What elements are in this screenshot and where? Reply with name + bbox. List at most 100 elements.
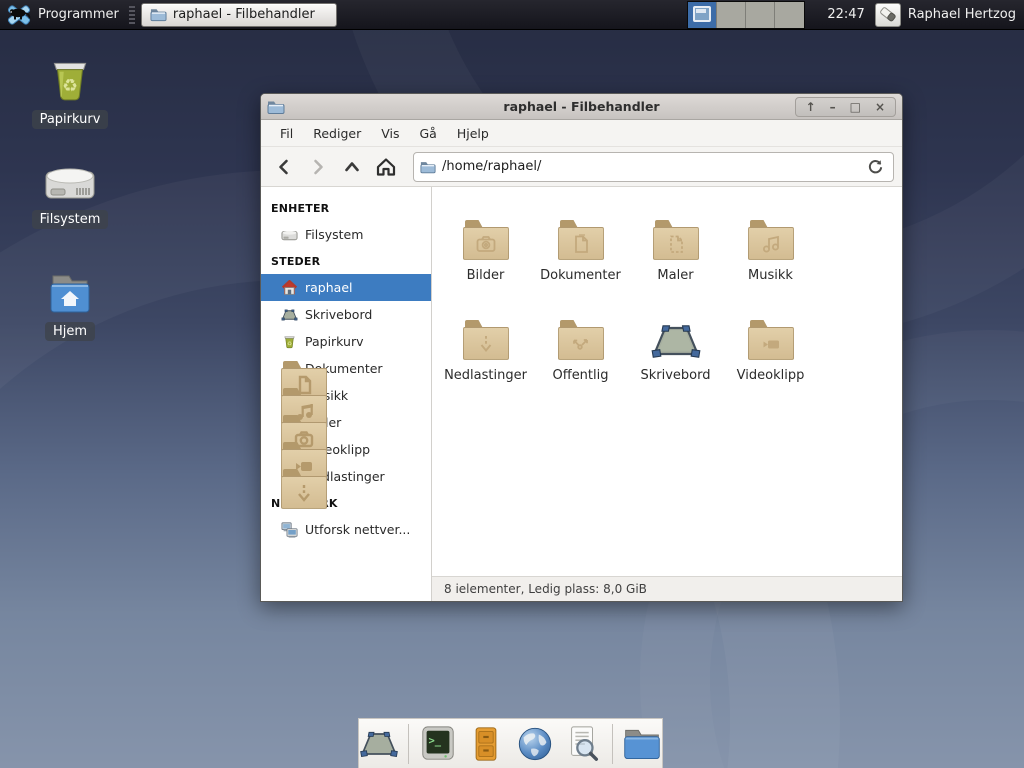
sidebar-item-label: Papirkurv bbox=[305, 334, 364, 349]
forward-icon bbox=[308, 157, 328, 177]
workspace-2[interactable] bbox=[717, 2, 746, 28]
dock-show-desktop-button[interactable] bbox=[359, 723, 399, 765]
file-item-label: Musikk bbox=[748, 268, 793, 283]
titlebar[interactable]: raphael - Filbehandler ↑ – □ × bbox=[261, 94, 902, 120]
file-item-label: Offentlig bbox=[553, 368, 609, 383]
folder-documents-icon bbox=[281, 360, 298, 377]
path-bar[interactable] bbox=[413, 152, 894, 182]
desktop-icon bbox=[281, 306, 298, 323]
menu-file[interactable]: Fil bbox=[271, 122, 302, 145]
sidebar-item-label: Utforsk nettver... bbox=[305, 522, 410, 537]
sidebar-item-network[interactable]: Utforsk nettver... bbox=[261, 516, 431, 543]
home-folder-icon bbox=[45, 272, 95, 316]
sidebar-item-label: Skrivebord bbox=[305, 307, 372, 322]
file-item-videoklipp[interactable]: Videoklipp bbox=[723, 299, 818, 399]
search-document-icon bbox=[564, 725, 602, 763]
panel-handle bbox=[129, 6, 135, 24]
folder-videos-icon bbox=[281, 441, 298, 458]
dock-search-button[interactable] bbox=[564, 723, 604, 765]
workspace-3[interactable] bbox=[746, 2, 775, 28]
trash-icon: ♻ bbox=[281, 333, 298, 350]
share-emblem-icon bbox=[571, 334, 591, 354]
file-item-label: Nedlastinger bbox=[444, 368, 527, 383]
maximize-button[interactable]: □ bbox=[850, 101, 861, 113]
desktop-icon-label: Papirkurv bbox=[32, 110, 109, 129]
menu-edit[interactable]: Rediger bbox=[304, 122, 370, 145]
file-item-nedlastinger[interactable]: Nedlastinger bbox=[438, 299, 533, 399]
shade-button[interactable]: ↑ bbox=[806, 101, 816, 113]
user-badge-button[interactable] bbox=[875, 3, 901, 27]
home-icon bbox=[281, 279, 298, 296]
workspace-window-icon bbox=[693, 6, 711, 22]
up-button[interactable] bbox=[337, 152, 367, 182]
workspace-1[interactable] bbox=[688, 2, 717, 28]
dock-file-manager-button[interactable] bbox=[622, 723, 662, 765]
file-item-skrivebord[interactable]: Skrivebord bbox=[628, 299, 723, 399]
reload-button[interactable] bbox=[863, 155, 887, 179]
file-item-label: Videoklipp bbox=[737, 368, 805, 383]
document-emblem-icon bbox=[571, 234, 591, 254]
sidebar-item-trash[interactable]: ♻ Papirkurv bbox=[261, 328, 431, 355]
workspace-switcher bbox=[687, 1, 805, 29]
sidebar-header-devices: ENHETER bbox=[261, 195, 431, 221]
path-input[interactable] bbox=[442, 159, 857, 174]
terminal-icon: >_ bbox=[419, 725, 457, 763]
sidebar: ENHETER Filsystem STEDER raphael Skriveb… bbox=[261, 187, 432, 601]
svg-text:>_: >_ bbox=[428, 735, 441, 747]
applications-menu-button[interactable]: Programmer bbox=[0, 0, 129, 30]
sidebar-item-label: raphael bbox=[305, 280, 352, 295]
desktop-icon-trash[interactable]: ♻ Papirkurv bbox=[15, 54, 125, 129]
network-icon bbox=[281, 521, 298, 538]
file-view: Bilder Dokumenter Maler bbox=[432, 187, 902, 601]
desktop-icon-filesystem[interactable]: Filsystem bbox=[15, 162, 125, 229]
toolbar bbox=[261, 147, 902, 187]
svg-text:♻: ♻ bbox=[62, 77, 78, 97]
window-icon bbox=[267, 99, 285, 115]
statusbar-text: 8 ielementer, Ledig plass: 8,0 GiB bbox=[444, 582, 647, 596]
menu-go[interactable]: Gå bbox=[411, 122, 446, 145]
forward-button[interactable] bbox=[303, 152, 333, 182]
dock-terminal-button[interactable]: >_ bbox=[418, 723, 458, 765]
file-cabinet-icon bbox=[468, 725, 504, 763]
file-item-offentlig[interactable]: Offentlig bbox=[533, 299, 628, 399]
dock: >_ bbox=[358, 718, 663, 768]
sidebar-item-filesystem[interactable]: Filsystem bbox=[261, 221, 431, 248]
taskbar-window-label: raphael - Filbehandler bbox=[173, 7, 315, 22]
sidebar-item-desktop[interactable]: Skrivebord bbox=[261, 301, 431, 328]
eraser-icon bbox=[878, 6, 898, 24]
dock-separator bbox=[408, 724, 409, 764]
username-label[interactable]: Raphael Hertzog bbox=[908, 7, 1016, 22]
taskbar-window-button[interactable]: raphael - Filbehandler bbox=[141, 3, 337, 27]
dock-file-cabinet-button[interactable] bbox=[466, 723, 506, 765]
file-item-label: Dokumenter bbox=[540, 268, 621, 283]
sidebar-item-raphael[interactable]: raphael bbox=[261, 274, 431, 301]
menubar: Fil Rediger Vis Gå Hjelp bbox=[261, 120, 902, 147]
file-item-label: Maler bbox=[657, 268, 693, 283]
desktop-icon-label: Hjem bbox=[45, 322, 95, 341]
file-grid: Bilder Dokumenter Maler bbox=[432, 187, 902, 576]
statusbar: 8 ielementer, Ledig plass: 8,0 GiB bbox=[432, 576, 902, 601]
window-controls: ↑ – □ × bbox=[795, 97, 896, 117]
menu-view[interactable]: Vis bbox=[372, 122, 408, 145]
minimize-button[interactable]: – bbox=[830, 101, 836, 113]
file-manager-window: raphael - Filbehandler ↑ – □ × Fil Redig… bbox=[260, 93, 903, 602]
reload-icon bbox=[867, 158, 884, 175]
close-button[interactable]: × bbox=[875, 101, 885, 113]
desktop-icon-home[interactable]: Hjem bbox=[15, 272, 125, 341]
back-button[interactable] bbox=[269, 152, 299, 182]
file-item-label: Bilder bbox=[467, 268, 505, 283]
workspace-4[interactable] bbox=[775, 2, 804, 28]
clock[interactable]: 22:47 bbox=[827, 7, 864, 22]
pathbar-folder-icon bbox=[420, 160, 436, 174]
file-item-dokumenter[interactable]: Dokumenter bbox=[533, 199, 628, 299]
sidebar-item-documents[interactable]: Dokumenter bbox=[261, 355, 431, 382]
file-item-maler[interactable]: Maler bbox=[628, 199, 723, 299]
camera-emblem-icon bbox=[476, 234, 496, 254]
file-item-musikk[interactable]: Musikk bbox=[723, 199, 818, 299]
home-button[interactable] bbox=[371, 152, 401, 182]
menu-help[interactable]: Hjelp bbox=[448, 122, 498, 145]
xfce-logo-icon bbox=[6, 3, 32, 27]
dock-web-browser-button[interactable] bbox=[515, 723, 555, 765]
file-item-bilder[interactable]: Bilder bbox=[438, 199, 533, 299]
file-manager-icon bbox=[622, 726, 662, 762]
